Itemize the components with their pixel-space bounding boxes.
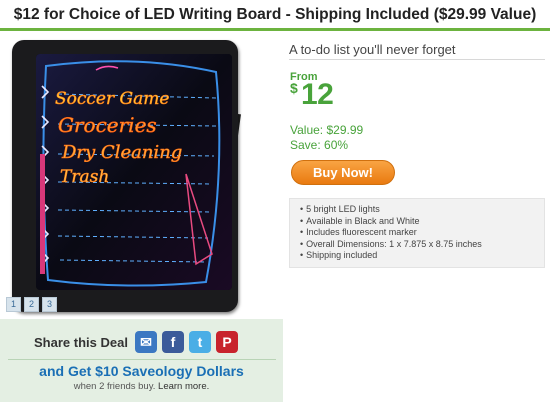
thumbnail-pager: 1 2 3 [6,297,57,312]
buy-now-button[interactable]: Buy Now! [291,160,395,185]
share-divider [8,359,276,360]
board-line-3: Dry Cleaning [61,142,182,163]
deal-title-bar: $12 for Choice of LED Writing Board - Sh… [0,0,550,31]
deal-price: 12 [301,78,334,111]
board-line-1: Soccer Game [55,89,169,109]
saveology-subtext: when 2 friends buy. Learn more. [0,381,283,392]
share-row: Share this Deal ✉ f t P [0,327,283,359]
thumbnail-1[interactable]: 1 [6,297,21,312]
twitter-icon[interactable]: t [189,331,211,353]
value-text: Value: $29.99 [290,123,364,137]
pinterest-icon[interactable]: P [216,331,238,353]
feature-item: Shipping included [300,250,544,262]
thumbnail-2[interactable]: 2 [24,297,39,312]
share-label: Share this Deal [34,335,128,350]
learn-more-link[interactable]: Learn more. [158,381,209,392]
feature-item: Available in Black and White [300,216,544,228]
feature-item: 5 bright LED lights [300,204,544,216]
feature-item: Includes fluorescent marker [300,227,544,239]
facebook-icon[interactable]: f [162,331,184,353]
features-list: 5 bright LED lights Available in Black a… [300,204,544,262]
tagline-divider [289,59,545,60]
board-line-2: Groceries [58,113,157,137]
product-photo: Soccer Game Groceries Dry Cleaning Trash [0,34,283,319]
deal-tagline: A to-do list you'll never forget [289,42,456,57]
led-side-strip [40,154,45,274]
feature-item: Overall Dimensions: 1 x 7.875 x 8.75 inc… [300,239,544,251]
price-currency: $ [290,80,298,96]
saveology-promo: and Get $10 Saveology Dollars [39,363,244,379]
thumbnail-3[interactable]: 3 [42,297,57,312]
email-icon[interactable]: ✉ [135,331,157,353]
promo-subtext: when 2 friends buy. [73,381,156,392]
save-text: Save: 60% [290,138,349,152]
board-line-4: Trash [60,167,109,187]
share-panel: Share this Deal ✉ f t P and Get $10 Save… [0,319,283,402]
features-box: 5 bright LED lights Available in Black a… [289,198,545,268]
deal-title: $12 for Choice of LED Writing Board - Sh… [13,6,537,23]
